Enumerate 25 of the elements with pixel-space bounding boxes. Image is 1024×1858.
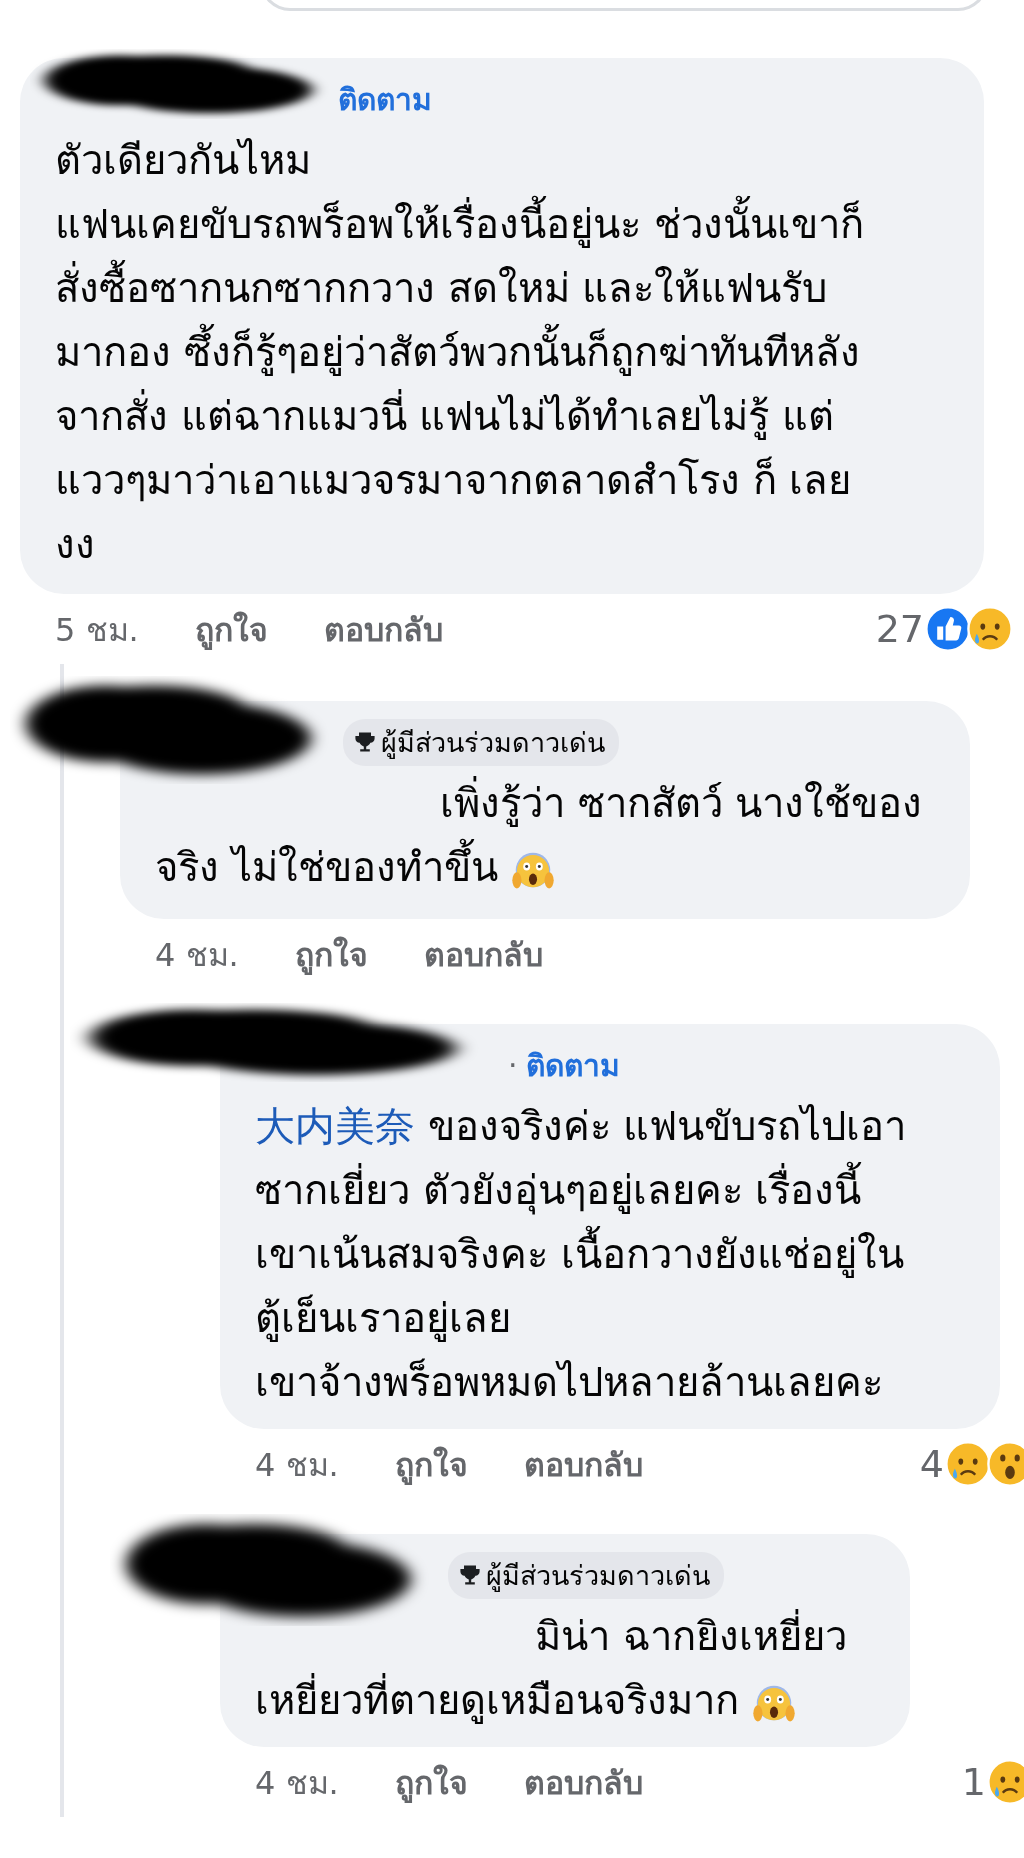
comment-time: 4 ชม. <box>155 934 239 976</box>
reply-link[interactable]: ตอบกลับ <box>323 603 443 655</box>
follow-link[interactable]: ติดตาม <box>525 1041 620 1089</box>
like-link[interactable]: ถูกใจ <box>394 1438 468 1490</box>
mention-link[interactable]: 大内美奈 <box>255 1103 415 1149</box>
comment-time: 5 ชม. <box>55 609 139 651</box>
reaction-count[interactable]: 1 <box>961 1760 986 1804</box>
like-link[interactable]: ถูกใจ <box>194 603 268 655</box>
reaction-count[interactable]: 4 <box>919 1442 944 1486</box>
like-link[interactable]: ถูกใจ <box>394 1756 468 1808</box>
separator-dot: · <box>508 1047 518 1083</box>
comment-text: เพิ่งรู้ว่า ซากสัตว์ นางใช้ของ จริง ไม่ใช่ของทำขึ้น <box>155 771 930 899</box>
reply-link[interactable]: ตอบกลับ <box>523 1438 643 1490</box>
top-contributor-badge: ผู้มีส่วนร่วมดาวเด่น <box>343 718 619 766</box>
comment-text: ตัวเดียวกันไหม แฟนเคยขับรถพร็อพให้เรื่องนี้อยู่นะ ช่วงนั้นเขาก็ สั่งซื้อซากนกซากกวาง สดใหม่ และให้แฟนรับ มากอง ซึ้งก็รู้ๆอยู่ว่าสัตว์พวกนั้นก็ถูกฆ่าทันทีหลัง จากสั่ง แต่ฉากแมวนี่ แฟนไม่ได้ทำเลยไม่รู้ แต่ แววๆมาว่าเอาแมวจรมาจากตลาดสำโรง ก็ เลย งง <box>55 136 865 569</box>
reply-link[interactable]: ตอบกลับ <box>423 928 543 980</box>
reaction-count[interactable]: 27 <box>875 607 924 651</box>
comment-text: 大内美奈 ของจริงค่ะ แฟนขับรถไปเอา ซากเยี่ยว ตัวยังอุ่นๆอยู่เลยคะ เรื่องนี้ เขาเน้นสมจริงคะ เนื้อกวางยังแช่อยู่ใน ตู้เย็นเราอยู่เลย เขาจ้างพร็อพหมดไปหลายล้านเลยคะ <box>255 1102 908 1407</box>
comment-text: มิน่า ฉากยิงเหยี่ยว เหยี่ยวที่ตายดูเหมือนจริงมาก <box>255 1604 870 1732</box>
reply-link[interactable]: ตอบกลับ <box>523 1756 643 1808</box>
top-contributor-badge: ผู้มีส่วนร่วมดาวเด่น <box>448 1551 724 1599</box>
comment-time: 4 ชม. <box>255 1444 339 1486</box>
comment-time: 4 ชม. <box>255 1762 339 1804</box>
follow-link[interactable]: ติดตาม <box>338 75 432 123</box>
like-link[interactable]: ถูกใจ <box>294 928 368 980</box>
